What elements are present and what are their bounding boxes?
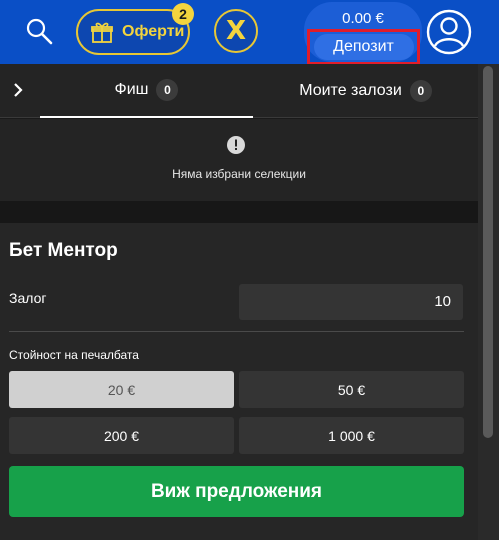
top-bar: Оферти 2 X 0.00 € Депозит: [0, 0, 499, 65]
brand-logo[interactable]: X: [214, 9, 258, 53]
tab-count-badge: 0: [409, 80, 432, 102]
deposit-highlight: Депозит: [307, 29, 420, 65]
chevron-right-icon[interactable]: [10, 82, 26, 98]
view-suggestions-button[interactable]: Виж предложения: [9, 466, 464, 517]
winnings-option-50[interactable]: 50 €: [239, 371, 464, 408]
gift-icon: [91, 22, 113, 43]
offers-label: Оферти: [122, 23, 185, 40]
winnings-label: Стойност на печалбата: [9, 348, 139, 362]
tab-count-badge: 0: [156, 79, 179, 101]
stake-label: Залог: [9, 290, 47, 306]
divider: [9, 331, 464, 332]
winnings-option-20[interactable]: 20 €: [9, 371, 234, 408]
winnings-option-200[interactable]: 200 €: [9, 417, 234, 454]
user-profile-icon[interactable]: [425, 8, 473, 56]
alert-icon: [227, 136, 245, 154]
tab-betslip[interactable]: Фиш 0: [40, 64, 253, 118]
stake-input[interactable]: 10: [239, 284, 463, 320]
search-icon[interactable]: [24, 16, 54, 46]
winnings-option-1000[interactable]: 1 000 €: [239, 417, 464, 454]
bet-mentor-title: Бет Ментор: [9, 240, 118, 261]
balance-amount: 0.00 €: [342, 10, 384, 27]
empty-betslip: Няма избрани селекции: [0, 119, 478, 201]
tab-label: Моите залози: [299, 82, 402, 99]
scrollbar[interactable]: [478, 64, 499, 540]
offers-count-badge: 2: [172, 3, 194, 25]
bet-mentor-panel: Бет Ментор Залог 10 Стойност на печалбат…: [0, 223, 478, 540]
brand-logo-letter: X: [225, 16, 247, 46]
scrollbar-thumb[interactable]: [483, 66, 493, 438]
betslip-tabs: Фиш 0 Моите залози 0: [0, 64, 478, 118]
section-divider: [0, 201, 478, 223]
tab-label: Фиш: [114, 81, 149, 98]
tab-my-bets[interactable]: Моите залози 0: [253, 64, 478, 118]
deposit-button[interactable]: Депозит: [313, 34, 414, 60]
empty-message: Няма избрани селекции: [172, 167, 306, 181]
